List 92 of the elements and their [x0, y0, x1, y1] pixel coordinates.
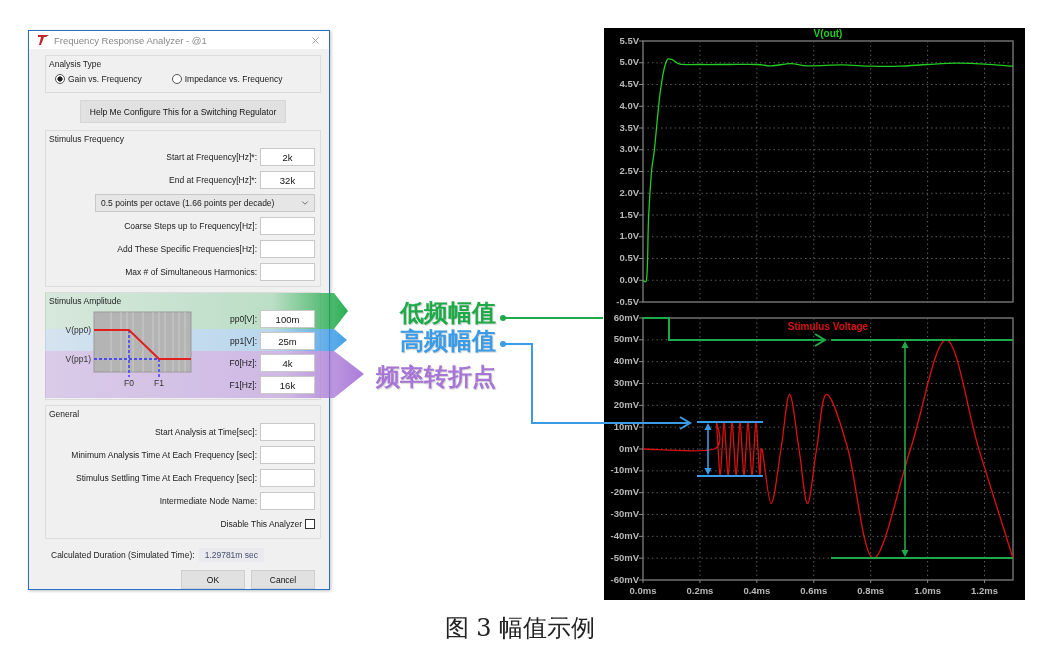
figure-caption: 图 3 幅值示例: [443, 613, 597, 644]
annotation-label: 频率转折点: [376, 363, 496, 391]
input-field[interactable]: [260, 446, 315, 464]
radio-button[interactable]: Gain vs. Frequency: [55, 74, 142, 84]
series-label: Stimulus Voltage: [787, 320, 869, 332]
ok-button[interactable]: OK: [181, 570, 245, 589]
y-tick-label: -20mV: [610, 486, 639, 498]
annotation-label: 高频幅值: [400, 327, 496, 355]
field-label: F1[Hz]:: [229, 380, 257, 390]
y-tick-label: 2.0V: [619, 186, 639, 198]
field-label: pp1[V]:: [230, 336, 257, 346]
field-label: Disable This Analyzer: [220, 519, 302, 529]
input-field[interactable]: [260, 217, 315, 235]
field-label: Add These Specific Frequencies[Hz]:: [117, 244, 257, 254]
x-tick-label: 0.8ms: [857, 585, 885, 596]
diagram-label: V(pp1): [65, 354, 91, 364]
input-field[interactable]: 16k: [260, 376, 315, 394]
duration-value: 1.29781m sec: [198, 548, 265, 562]
y-tick-label: 4.0V: [619, 99, 639, 111]
y-tick-label: -50mV: [610, 551, 639, 563]
series-label: V(out): [813, 28, 843, 39]
x-tick-label: 0.2ms: [686, 585, 714, 596]
input-field[interactable]: 100m: [260, 310, 315, 328]
cancel-button[interactable]: Cancel: [251, 570, 315, 589]
field-label: F0[Hz]:: [229, 358, 257, 368]
y-tick-label: 20mV: [613, 398, 639, 410]
duration-label: Calculated Duration (Simulated Time):: [51, 550, 195, 560]
y-tick-label: 60mV: [613, 311, 639, 323]
input-field[interactable]: [260, 492, 315, 510]
field-label: Coarse Steps up to Frequency[Hz]:: [124, 221, 257, 231]
field-label: Minimum Analysis Time At Each Frequency [sec]:: [71, 450, 257, 460]
radio-button[interactable]: Impedance vs. Frequency: [171, 74, 283, 84]
dropdown-field[interactable]: 0.5 points per octave (1.66 points per decade): [95, 194, 315, 212]
y-tick-label: 5.0V: [619, 56, 639, 68]
field-label: pp0[V]:: [230, 314, 257, 324]
y-tick-label: 0.5V: [619, 252, 639, 263]
y-tick-label: -30mV: [610, 508, 639, 519]
y-tick-label: 10mV: [613, 420, 639, 432]
y-tick-label: 50mV: [613, 333, 639, 345]
field-label: End at Frequency[Hz]*:: [169, 175, 257, 185]
y-tick-label: -0.5V: [616, 295, 639, 307]
y-tick-label: 0.0V: [619, 273, 639, 285]
radio-circle[interactable]: [171, 74, 182, 84]
y-tick-label: 40mV: [613, 355, 639, 367]
group-title: Analysis Type: [49, 59, 102, 69]
x-tick-label: 1.0ms: [914, 585, 942, 596]
diagram-label: F1: [154, 378, 164, 388]
field-label: Stimulus Settling Time At Each Frequency [sec]:: [76, 473, 257, 483]
y-tick-label: 3.0V: [619, 143, 639, 155]
checkbox[interactable]: [305, 519, 315, 529]
y-tick-label: -60mV: [610, 573, 639, 585]
field-label: Start at Frequency[Hz]*:: [166, 152, 257, 162]
x-tick-label: 0.0ms: [629, 585, 657, 596]
x-tick-label: 0.6ms: [800, 585, 828, 596]
input-field[interactable]: [260, 240, 315, 258]
y-tick-label: 30mV: [613, 377, 639, 388]
window-title: Frequency Response Analyzer - @1: [54, 34, 208, 46]
double-arrow: [704, 423, 712, 475]
input-field[interactable]: 2k: [260, 148, 315, 166]
group-title: Stimulus Amplitude: [49, 296, 122, 306]
diagram-label: V(pp0): [65, 325, 91, 335]
y-tick-label: 3.5V: [619, 121, 639, 133]
input-field[interactable]: 4k: [260, 354, 315, 372]
level-line: [696, 475, 764, 477]
annotation-label: 低频幅值: [400, 299, 496, 327]
x-tick-label: 0.4ms: [743, 585, 771, 596]
input-field[interactable]: [260, 469, 315, 487]
y-tick-label: 4.5V: [619, 78, 639, 89]
input-field[interactable]: 25m: [260, 332, 315, 350]
y-tick-label: 5.5V: [619, 34, 639, 46]
input-field[interactable]: [260, 263, 315, 281]
input-field[interactable]: [260, 423, 315, 441]
app-icon: [37, 34, 50, 46]
field-label: Intermediate Node Name:: [159, 496, 257, 506]
level-line: [696, 421, 764, 423]
group-title: General: [49, 409, 80, 419]
input-field[interactable]: 32k: [260, 171, 315, 189]
y-tick-label: 0mV: [618, 442, 639, 454]
y-tick-label: -10mV: [610, 464, 639, 476]
y-tick-label: 1.5V: [619, 208, 639, 220]
close-icon[interactable]: [310, 34, 321, 46]
chevron-icon: [300, 198, 310, 208]
field-label: Start Analysis at Time[sec]:: [154, 427, 257, 437]
field-label: Max # of Simultaneous Harmonics:: [125, 267, 257, 277]
x-tick-label: 1.2ms: [971, 585, 998, 596]
group-title: Stimulus Frequency: [49, 134, 125, 144]
radio-circle[interactable]: [55, 74, 65, 84]
y-tick-label: 1.0V: [619, 230, 639, 242]
diagram-label: F0: [124, 378, 134, 388]
configure-button[interactable]: Help Me Configure This for a Switching Regulator: [79, 100, 287, 123]
y-tick-label: -40mV: [610, 529, 639, 541]
y-tick-label: 2.5V: [619, 165, 639, 176]
